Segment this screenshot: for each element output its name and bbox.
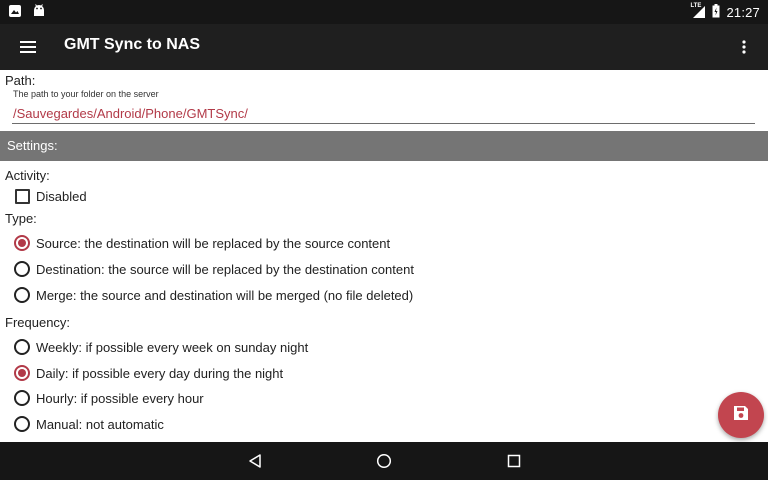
app-bar: GMT Sync to NAS (0, 24, 768, 70)
navigation-bar (0, 442, 768, 480)
status-bar: LTE 21:27 (0, 0, 768, 24)
frequency-option-label: Weekly: if possible every week on sunday… (36, 339, 309, 355)
frequency-option-label: Daily: if possible every day during the … (36, 365, 284, 381)
activity-label: Activity: (5, 168, 50, 183)
radio-manual[interactable] (14, 416, 30, 432)
path-hint: The path to your folder on the server (13, 89, 159, 99)
radio-merge[interactable] (14, 287, 30, 303)
frequency-option-manual[interactable]: Manual: not automatic (14, 414, 164, 434)
radio-destination[interactable] (14, 261, 30, 277)
settings-header: Settings: (0, 131, 768, 161)
type-label: Type: (5, 211, 37, 226)
type-option-label: Merge: the source and destination will b… (36, 287, 414, 303)
frequency-option-label: Manual: not automatic (36, 416, 164, 432)
path-input[interactable] (12, 104, 755, 124)
image-icon (8, 4, 22, 23)
more-vertical-icon[interactable] (734, 33, 754, 61)
radio-daily[interactable] (14, 365, 30, 381)
frequency-option-hourly[interactable]: Hourly: if possible every hour (14, 388, 204, 408)
type-option-label: Source: the destination will be replaced… (36, 235, 391, 251)
save-icon (733, 405, 749, 426)
frequency-label: Frequency: (5, 315, 71, 330)
disabled-checkbox-row[interactable]: Disabled (14, 186, 87, 206)
android-icon (32, 4, 46, 23)
settings-form: Path: The path to your folder on the ser… (0, 70, 768, 442)
battery-icon (712, 3, 720, 21)
type-option-label: Destination: the source will be replaced… (36, 261, 414, 277)
status-right: LTE 21:27 (690, 0, 760, 24)
save-button[interactable] (718, 392, 764, 438)
clock: 21:27 (726, 4, 760, 20)
hamburger-menu-icon[interactable] (14, 33, 42, 61)
type-option-merge[interactable]: Merge: the source and destination will b… (14, 285, 413, 305)
frequency-option-weekly[interactable]: Weekly: if possible every week on sunday… (14, 337, 308, 357)
frequency-option-daily[interactable]: Daily: if possible every day during the … (14, 363, 283, 383)
frequency-option-label: Hourly: if possible every hour (36, 390, 204, 406)
notification-icons (8, 4, 46, 23)
type-option-source[interactable]: Source: the destination will be replaced… (14, 233, 390, 253)
signal-icon: LTE (690, 3, 706, 19)
path-label: Path: (5, 73, 36, 88)
radio-hourly[interactable] (14, 390, 30, 406)
home-icon[interactable] (374, 451, 394, 471)
back-icon[interactable] (245, 451, 265, 471)
recents-icon[interactable] (504, 451, 524, 471)
app-title: GMT Sync to NAS (64, 36, 201, 53)
radio-weekly[interactable] (14, 339, 30, 355)
disabled-checkbox[interactable] (15, 188, 30, 204)
type-option-destination[interactable]: Destination: the source will be replaced… (14, 259, 414, 279)
radio-source[interactable] (14, 235, 30, 251)
disabled-checkbox-label: Disabled (36, 188, 87, 204)
